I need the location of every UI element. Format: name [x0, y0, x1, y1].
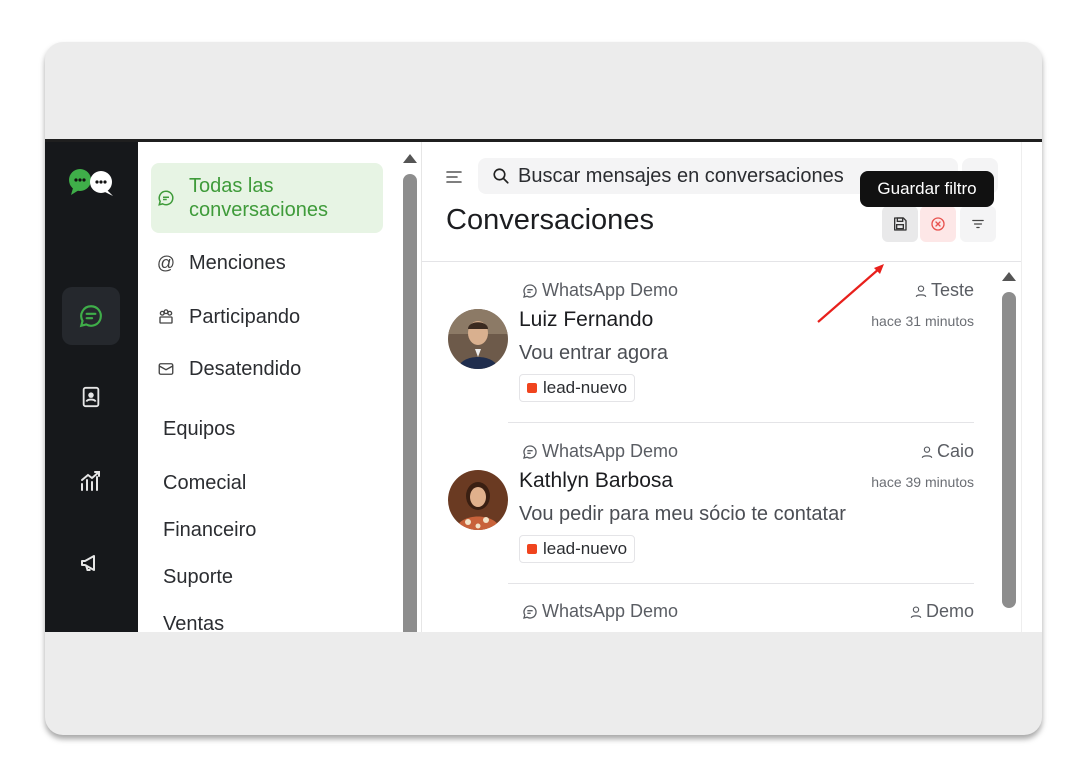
- inbox-name: WhatsApp Demo: [542, 601, 679, 621]
- conversation-label: lead-nuevo: [519, 374, 636, 402]
- user-icon: [914, 283, 928, 299]
- contact-name: Kathlyn Barbosa: [519, 469, 674, 492]
- icon-rail: [45, 142, 138, 632]
- rail-reports-button[interactable]: [62, 452, 120, 510]
- chat-bubble-icon: [151, 189, 181, 207]
- sidebar-item-participating[interactable]: Participando: [151, 302, 383, 332]
- page-title: Conversaciones: [446, 204, 654, 236]
- scrollbar-thumb[interactable]: [1002, 292, 1016, 608]
- agent-name: Caio: [936, 441, 974, 461]
- scroll-up-arrow-icon[interactable]: [403, 154, 417, 163]
- agent-name: Demo: [925, 601, 974, 621]
- search-placeholder: Buscar mensajes en conversaciones: [518, 164, 844, 187]
- last-message: Vou entrar agora: [519, 342, 668, 364]
- menu-icon[interactable]: [446, 170, 462, 184]
- sidebar-item-label: Participando: [189, 305, 301, 328]
- sidebar-item-team[interactable]: Suporte: [163, 566, 233, 589]
- annotation-arrow-icon: [817, 264, 884, 323]
- at-icon: @: [156, 252, 176, 273]
- chart-trend-icon: [81, 471, 100, 491]
- rail-contacts-button[interactable]: [62, 368, 120, 426]
- sidebar-item-team[interactable]: Comecial: [163, 472, 246, 495]
- filter-lines-icon: [972, 219, 984, 229]
- conversation-list-panel: Buscar mensajes en conversaciones Conver…: [421, 142, 1022, 632]
- label-color-dot: [527, 383, 537, 393]
- sidebar-item-label: Desatendido: [189, 357, 302, 380]
- envelope-icon: [151, 360, 181, 378]
- sidebar-item-team[interactable]: Ventas: [163, 613, 224, 632]
- floppy-disk-icon: [894, 217, 907, 231]
- whatsapp-chat-icon: [522, 444, 538, 460]
- app-logo-icon: [69, 169, 113, 196]
- participants-icon: [151, 308, 181, 326]
- agent-name: Teste: [930, 280, 974, 300]
- sidebar-item-mentions[interactable]: @ Menciones: [151, 248, 383, 278]
- conversation-sidebar: Todas las conversaciones @ Menciones Par…: [138, 142, 400, 632]
- user-icon: [920, 444, 934, 460]
- label-text: lead-nuevo: [543, 539, 628, 558]
- conversation-item[interactable]: WhatsApp Demo Caio Kathlyn Barbosa hace …: [422, 423, 982, 584]
- whatsapp-chat-icon: [522, 604, 538, 620]
- assigned-agent: Teste: [914, 280, 974, 301]
- contacts-book-icon: [82, 386, 100, 408]
- contact-avatar: [448, 309, 508, 369]
- conversation-inbox: WhatsApp Demo: [522, 601, 678, 622]
- conversation-item[interactable]: WhatsApp Demo Demo: [422, 583, 982, 632]
- teams-section-title: Equipos: [163, 418, 236, 440]
- last-message: Vou pedir para meu sócio te contatar: [519, 503, 846, 525]
- scroll-up-arrow-icon[interactable]: [1002, 272, 1016, 281]
- inbox-name: WhatsApp Demo: [542, 441, 679, 461]
- assigned-agent: Caio: [920, 441, 974, 462]
- contact-name: Luiz Fernando: [519, 308, 654, 331]
- label-color-dot: [527, 544, 537, 554]
- save-filter-tooltip: Guardar filtro: [860, 171, 994, 207]
- assigned-agent: Demo: [909, 601, 974, 622]
- save-filter-button[interactable]: [882, 206, 918, 242]
- sidebar-item-all-conversations[interactable]: Todas las conversaciones: [151, 163, 383, 233]
- user-icon: [909, 604, 923, 620]
- rail-campaigns-button[interactable]: [62, 534, 120, 592]
- search-icon: [492, 167, 510, 185]
- contact-avatar: [448, 470, 508, 530]
- right-panel-edge: [1021, 142, 1042, 632]
- sidebar-item-label: Todas las conversaciones: [189, 175, 328, 221]
- conversation-label: lead-nuevo: [519, 535, 636, 563]
- conversation-inbox: WhatsApp Demo: [522, 441, 678, 462]
- sidebar-item-team[interactable]: Financeiro: [163, 519, 256, 542]
- sidebar-item-label: Menciones: [189, 251, 286, 274]
- clear-filter-button[interactable]: [920, 206, 956, 242]
- rail-conversations-button[interactable]: [62, 287, 120, 345]
- app-window: Todas las conversaciones @ Menciones Par…: [45, 139, 1042, 632]
- screenshot-frame: Todas las conversaciones @ Menciones Par…: [45, 42, 1042, 735]
- conversation-time: hace 39 minutos: [871, 474, 974, 490]
- sidebar-item-unattended[interactable]: Desatendido: [151, 354, 383, 384]
- conversation-item[interactable]: WhatsApp Demo Teste Luiz Fernando hace 3…: [422, 262, 982, 423]
- chat-bubble-icon: [79, 305, 102, 328]
- megaphone-icon: [81, 555, 95, 571]
- conversation-inbox: WhatsApp Demo: [522, 280, 678, 301]
- filter-button[interactable]: [960, 206, 996, 242]
- sidebar-scrollbar[interactable]: [400, 142, 420, 632]
- whatsapp-chat-icon: [522, 283, 538, 299]
- scrollbar-thumb[interactable]: [403, 174, 417, 632]
- label-text: lead-nuevo: [543, 378, 628, 397]
- inbox-name: WhatsApp Demo: [542, 280, 679, 300]
- close-circle-icon: [931, 217, 945, 231]
